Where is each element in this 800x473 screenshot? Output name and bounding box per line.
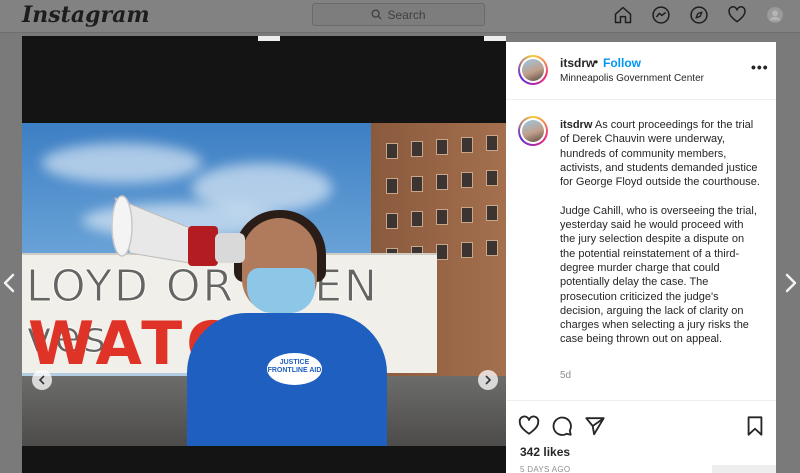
profile-icon[interactable] (764, 4, 786, 26)
username-link[interactable]: itsdrw (560, 56, 595, 70)
home-icon[interactable] (612, 4, 634, 26)
media-prev-arrow-icon[interactable] (32, 370, 52, 390)
post-side-panel: itsdrw • Follow Minneapolis Government C… (506, 42, 776, 473)
post-media[interactable]: LOYD OR OLEN ves WATC G JUSTICE FRONTLIN… (22, 36, 506, 473)
next-post-arrow-icon[interactable] (784, 273, 798, 293)
post-date: 5 DAYS AGO (520, 465, 571, 473)
follow-button[interactable]: Follow (603, 56, 641, 70)
comment-box-edge (712, 465, 776, 473)
share-icon[interactable] (584, 415, 606, 437)
caption-section: itsdrw As court proceedings for the tria… (506, 100, 776, 400)
avatar[interactable] (518, 55, 548, 85)
likes-count[interactable]: 342 likes (520, 445, 570, 459)
save-bookmark-icon[interactable] (744, 415, 766, 437)
caption-username-link[interactable]: itsdrw (560, 119, 592, 131)
megaphone (111, 195, 245, 266)
heart-icon[interactable] (726, 4, 748, 26)
search-icon (371, 9, 383, 20)
protest-photo: LOYD OR OLEN ves WATC G JUSTICE FRONTLIN… (22, 123, 506, 446)
media-next-arrow-icon[interactable] (478, 370, 498, 390)
caption-timestamp: 5d (560, 370, 572, 381)
separator-dot: • (594, 55, 599, 69)
post-header: itsdrw • Follow Minneapolis Government C… (506, 42, 776, 100)
like-heart-icon[interactable] (518, 415, 540, 437)
messenger-icon[interactable] (650, 4, 672, 26)
comment-icon[interactable] (551, 415, 573, 437)
caption-paragraph-2: Judge Cahill, who is overseeing the tria… (560, 204, 757, 346)
avatar[interactable] (518, 116, 548, 146)
top-nav: Instagram Search (0, 0, 800, 33)
more-options-icon[interactable]: ••• (751, 59, 769, 75)
media-edge (258, 36, 280, 41)
cloud (42, 143, 202, 183)
previous-post-arrow-icon[interactable] (2, 273, 16, 293)
search-input[interactable]: Search (312, 3, 485, 26)
caption-text: itsdrw As court proceedings for the tria… (560, 118, 760, 361)
post-actions: 342 likes 5 DAYS AGO (506, 400, 776, 473)
instagram-logo[interactable]: Instagram (22, 2, 150, 28)
shirt-badge: JUSTICE FRONTLINE AID (267, 353, 322, 385)
media-edge (484, 36, 506, 41)
explore-icon[interactable] (688, 4, 710, 26)
search-placeholder: Search (387, 7, 426, 22)
location-link[interactable]: Minneapolis Government Center (560, 73, 704, 84)
